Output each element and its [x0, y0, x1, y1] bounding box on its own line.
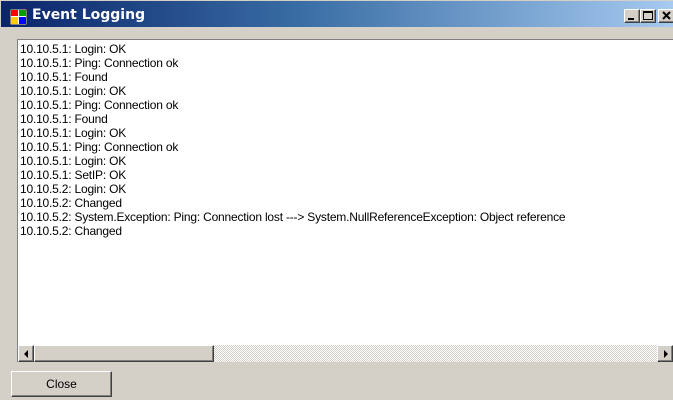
log-entry[interactable]: 10.10.5.1: Found	[20, 112, 565, 126]
scroll-left-button[interactable]	[18, 345, 34, 362]
log-entry[interactable]: 10.10.5.1: Login: OK	[20, 126, 565, 140]
log-entry[interactable]: 10.10.5.2: Changed	[20, 196, 565, 210]
log-entry[interactable]: 10.10.5.1: Ping: Connection ok	[20, 140, 565, 154]
log-entry[interactable]: 10.10.5.2: System.Exception: Ping: Conne…	[20, 210, 566, 224]
close-button[interactable]: Close	[11, 371, 112, 397]
arrow-left-icon	[24, 350, 28, 358]
close-x-icon	[662, 11, 671, 20]
log-entry[interactable]: 10.10.5.1: Login: OK	[20, 42, 565, 56]
log-entry[interactable]: 10.10.5.1: Login: OK	[20, 84, 565, 98]
event-log-list: 10.10.5.1: Login: OK 10.10.5.1: Ping: Co…	[20, 42, 566, 238]
log-entry[interactable]: 10.10.5.2: Changed	[20, 224, 565, 238]
maximize-icon	[643, 11, 653, 20]
app-icon	[10, 9, 27, 25]
arrow-right-icon	[664, 350, 668, 358]
close-window-button[interactable]	[658, 9, 673, 23]
horizontal-scrollbar[interactable]	[17, 345, 673, 362]
maximize-button[interactable]	[640, 9, 656, 23]
log-entry[interactable]: 10.10.5.1: SetIP: OK	[20, 168, 565, 182]
log-entry[interactable]: 10.10.5.1: Ping: Connection ok	[20, 56, 565, 70]
log-entry[interactable]: 10.10.5.2: Login: OK	[20, 182, 565, 196]
minimize-icon	[628, 18, 634, 20]
event-logging-window: Event Logging 10.10.5.1: Login: OK 10.10…	[0, 0, 673, 400]
log-entry[interactable]: 10.10.5.1: Found	[20, 70, 565, 84]
event-log-listbox[interactable]: 10.10.5.1: Login: OK 10.10.5.1: Ping: Co…	[17, 39, 673, 345]
log-entry[interactable]: 10.10.5.1: Login: OK	[20, 154, 565, 168]
minimize-button[interactable]	[624, 9, 640, 23]
window-title: Event Logging	[32, 7, 146, 23]
scrollbar-thumb[interactable]	[34, 345, 214, 362]
title-bar[interactable]: Event Logging	[0, 0, 673, 27]
log-entry[interactable]: 10.10.5.1: Ping: Connection ok	[20, 98, 565, 112]
scroll-right-button[interactable]	[657, 345, 673, 362]
